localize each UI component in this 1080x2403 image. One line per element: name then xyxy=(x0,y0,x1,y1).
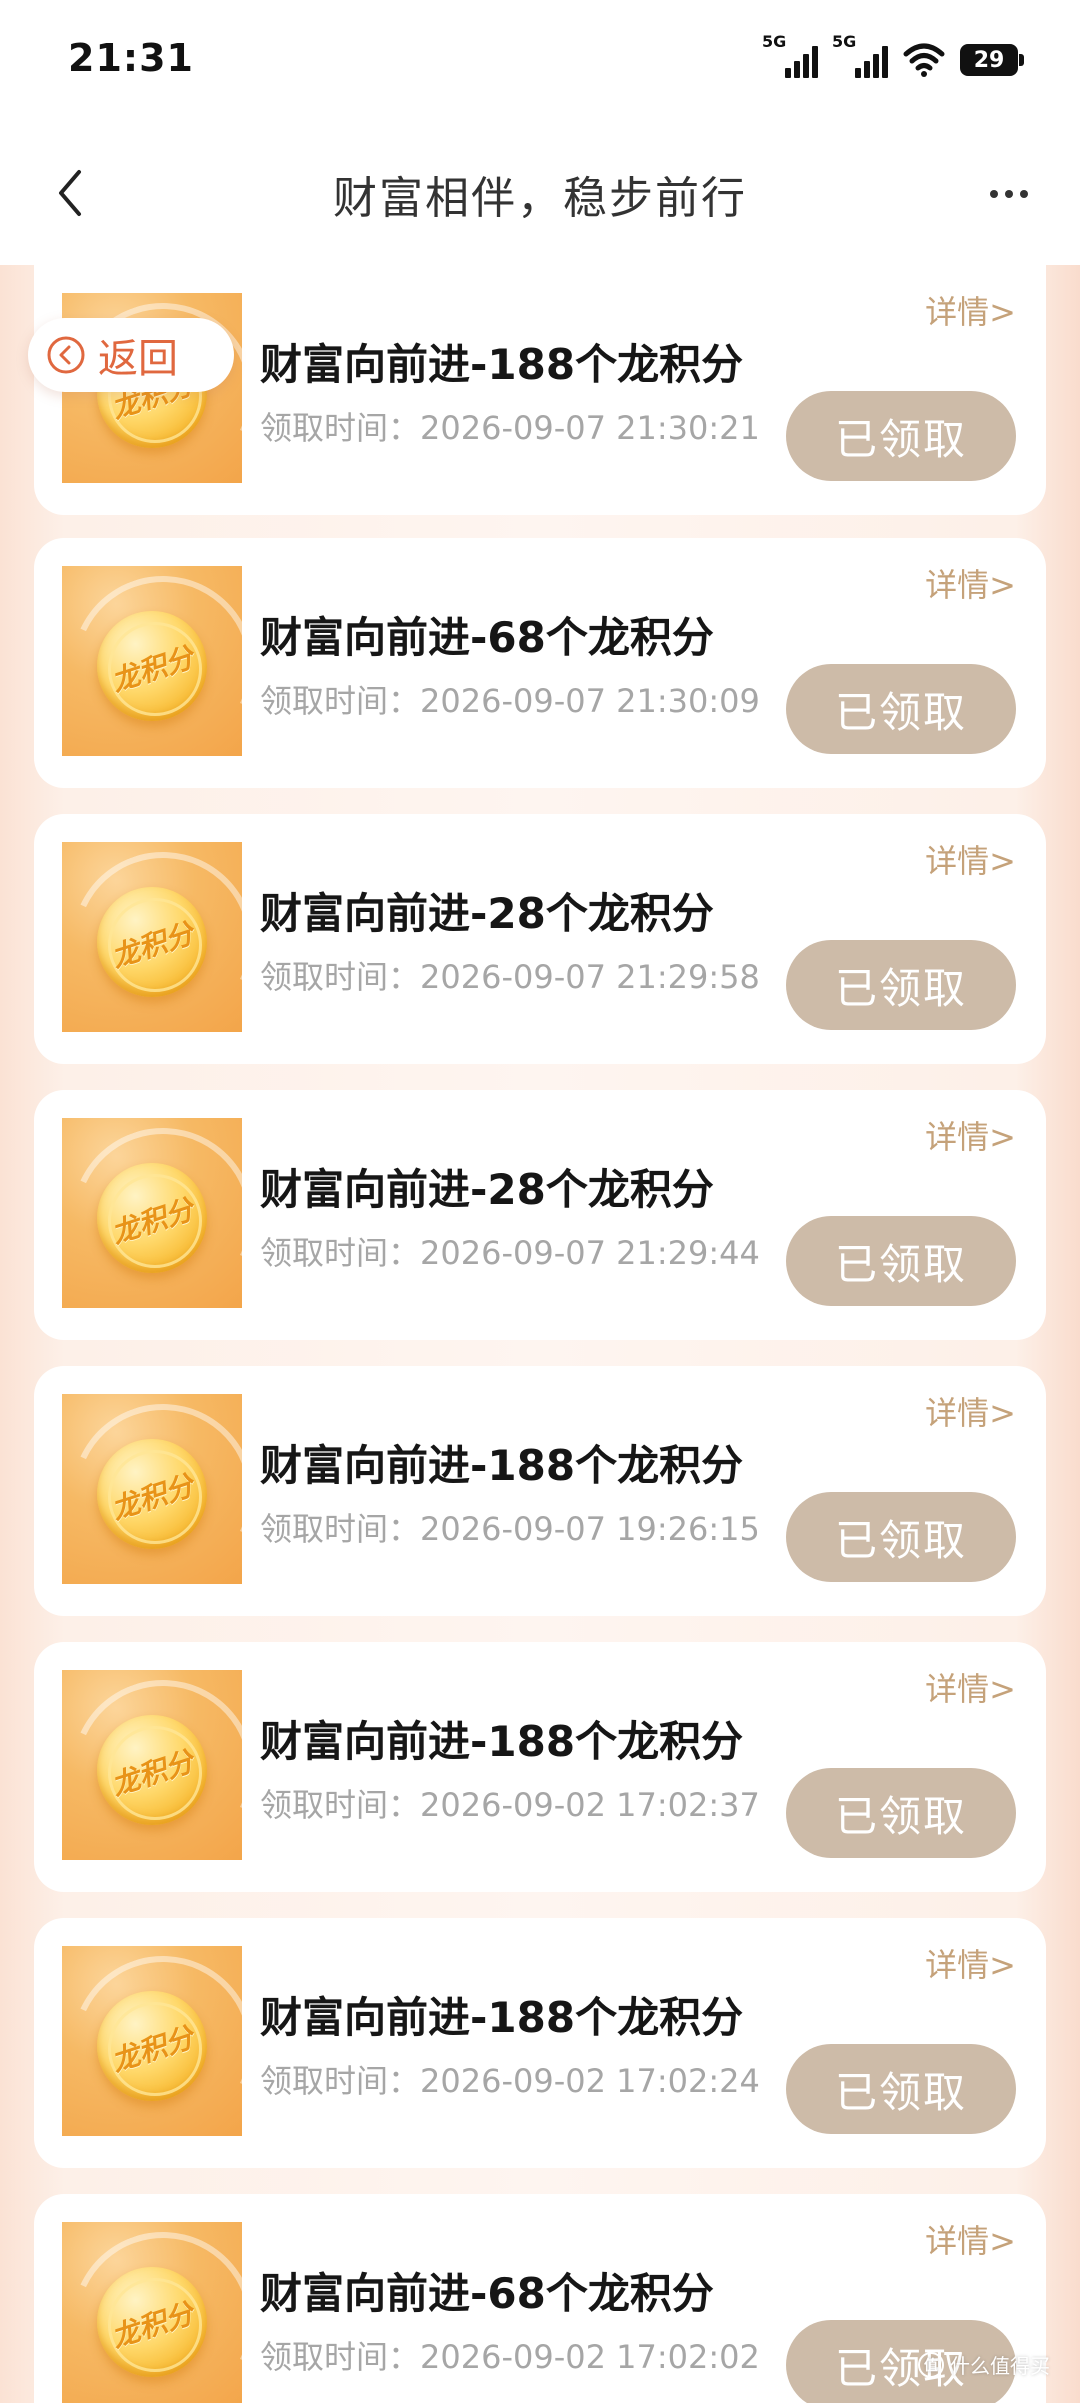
coin-image: 龙积分 xyxy=(62,1118,242,1308)
record-card: 龙积分 财富向前进-28个龙积分 领取时间：2026-09-07 21:29:5… xyxy=(34,814,1046,1064)
record-title: 财富向前进-188个龙积分 xyxy=(260,1717,744,1766)
record-time: 领取时间：2026-09-07 21:29:44 xyxy=(260,1234,760,1272)
claimed-status-button: 已领取 xyxy=(786,664,1016,754)
network-type-label: 5G xyxy=(762,32,787,51)
record-time: 领取时间：2026-09-07 19:26:15 xyxy=(260,1510,760,1548)
record-title: 财富向前进-188个龙积分 xyxy=(260,340,744,389)
record-title: 财富向前进-188个龙积分 xyxy=(260,1993,744,2042)
record-card: 龙积分 财富向前进-188个龙积分 领取时间：2026-09-02 17:02:… xyxy=(34,1642,1046,1892)
watermark-text: 什么值得买 xyxy=(950,2354,1050,2378)
record-card: 龙积分 财富向前进-188个龙积分 领取时间：2026-09-07 19:26:… xyxy=(34,1366,1046,1616)
record-title: 财富向前进-68个龙积分 xyxy=(260,613,714,662)
record-card: 龙积分 财富向前进-188个龙积分 领取时间：2026-09-02 17:02:… xyxy=(34,1918,1046,2168)
circle-chevron-left-icon xyxy=(47,336,85,374)
detail-link[interactable]: 详情> xyxy=(925,1664,1016,1710)
status-bar: 21:31 5G 5G 29 xyxy=(0,0,1080,120)
battery-icon: 29 xyxy=(960,44,1024,76)
cellular-signal-icon: 5G xyxy=(762,32,818,80)
detail-link[interactable]: 详情> xyxy=(925,2216,1016,2262)
record-card: 龙积分 财富向前进-68个龙积分 领取时间：2026-09-07 21:30:0… xyxy=(34,538,1046,788)
content-area: 龙积分 财富向前进-188个龙积分 领取时间：2026-09-07 21:30:… xyxy=(0,265,1080,2403)
claimed-status-button: 已领取 xyxy=(786,1492,1016,1582)
record-time: 领取时间：2026-09-02 17:02:37 xyxy=(260,1786,760,1824)
detail-link[interactable]: 详情> xyxy=(925,1388,1016,1434)
detail-link[interactable]: 详情> xyxy=(925,287,1016,333)
record-card: 龙积分 财富向前进-28个龙积分 领取时间：2026-09-07 21:29:4… xyxy=(34,1090,1046,1340)
record-time: 领取时间：2026-09-07 21:29:58 xyxy=(260,958,760,996)
coin-image: 龙积分 xyxy=(62,566,242,756)
nav-bar: 财富相伴，稳步前行 xyxy=(0,120,1080,266)
record-title: 财富向前进-188个龙积分 xyxy=(260,1441,744,1490)
detail-link[interactable]: 详情> xyxy=(925,836,1016,882)
battery-level: 29 xyxy=(973,47,1005,73)
network-type-label-2: 5G xyxy=(832,32,857,51)
record-card: 龙积分 财富向前进-68个龙积分 领取时间：2026-09-02 17:02:0… xyxy=(34,2194,1046,2403)
claimed-status-button: 已领取 xyxy=(786,1216,1016,1306)
detail-link[interactable]: 详情> xyxy=(925,560,1016,606)
claimed-status-button: 已领取 xyxy=(786,940,1016,1030)
coin-image: 龙积分 xyxy=(62,1946,242,2136)
status-time: 21:31 xyxy=(68,36,194,80)
more-button[interactable] xyxy=(974,164,1044,224)
floating-back-button[interactable]: 返回 xyxy=(28,318,234,392)
record-title: 财富向前进-68个龙积分 xyxy=(260,2269,714,2318)
claimed-status-button: 已领取 xyxy=(786,2044,1016,2134)
detail-link[interactable]: 详情> xyxy=(925,1112,1016,1158)
watermark-logo: 值 xyxy=(918,2351,944,2378)
coin-image: 龙积分 xyxy=(62,842,242,1032)
wifi-icon xyxy=(903,43,945,77)
coin-image: 龙积分 xyxy=(62,2222,242,2403)
record-title: 财富向前进-28个龙积分 xyxy=(260,889,714,938)
record-time: 领取时间：2026-09-02 17:02:02 xyxy=(260,2338,760,2376)
record-time: 领取时间：2026-09-07 21:30:09 xyxy=(260,682,760,720)
status-icons: 5G 5G 29 xyxy=(762,32,1024,80)
record-title: 财富向前进-28个龙积分 xyxy=(260,1165,714,1214)
floating-back-label: 返回 xyxy=(98,336,178,382)
claimed-status-button: 已领取 xyxy=(786,391,1016,481)
more-dots-icon xyxy=(990,190,998,198)
watermark: 值 什么值得买 xyxy=(918,2350,1050,2379)
coin-image: 龙积分 xyxy=(62,1394,242,1584)
detail-link[interactable]: 详情> xyxy=(925,1940,1016,1986)
claimed-status-button: 已领取 xyxy=(786,1768,1016,1858)
record-time: 领取时间：2026-09-07 21:30:21 xyxy=(260,409,760,447)
page-title: 财富相伴，稳步前行 xyxy=(333,173,747,224)
record-time: 领取时间：2026-09-02 17:02:24 xyxy=(260,2062,760,2100)
coin-image: 龙积分 xyxy=(62,1670,242,1860)
cellular-signal-icon-2: 5G xyxy=(832,32,888,80)
